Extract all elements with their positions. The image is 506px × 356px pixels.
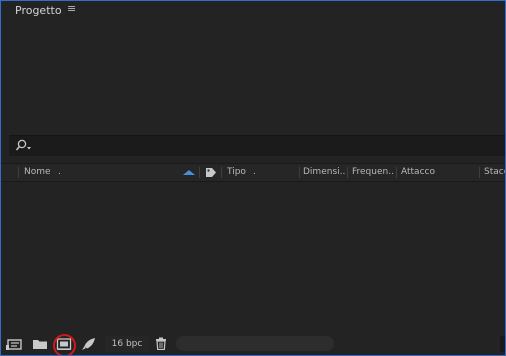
column-divider[interactable] xyxy=(347,167,348,178)
column-detach[interactable]: Stacco xyxy=(484,164,505,181)
tag-icon[interactable] xyxy=(205,167,217,178)
rocket-icon[interactable] xyxy=(81,337,97,351)
project-items-list[interactable] xyxy=(1,182,505,332)
column-divider[interactable] xyxy=(299,167,300,178)
column-divider[interactable] xyxy=(199,167,200,178)
search-input[interactable] xyxy=(39,138,503,156)
project-panel: Progetto ≡ Nome . Tipo . Dimensi... Freq… xyxy=(0,0,506,356)
bit-depth-button[interactable]: 16 bpc xyxy=(105,336,149,352)
column-header-row: Nome . Tipo . Dimensi... Frequen... Atta… xyxy=(1,163,505,182)
column-dimensions[interactable]: Dimensi... xyxy=(303,164,346,181)
column-attack[interactable]: Attacco xyxy=(401,164,435,181)
folder-icon[interactable] xyxy=(32,337,48,351)
column-divider[interactable] xyxy=(479,167,480,178)
highlight-ring xyxy=(53,334,76,355)
trash-icon[interactable] xyxy=(155,337,167,350)
column-frequency[interactable]: Frequen... xyxy=(352,164,394,181)
column-divider[interactable] xyxy=(221,167,222,178)
panel-header: Progetto ≡ xyxy=(1,1,505,23)
column-divider[interactable] xyxy=(396,167,397,178)
column-name-dot: . xyxy=(58,167,61,177)
search-icon[interactable] xyxy=(15,139,33,153)
interpret-footage-icon[interactable] xyxy=(6,337,22,351)
column-name[interactable]: Nome xyxy=(24,164,51,181)
hamburger-menu-icon[interactable]: ≡ xyxy=(67,3,77,14)
horizontal-scrollbar[interactable] xyxy=(176,336,334,351)
panel-footer: 16 bpc xyxy=(1,333,505,355)
scrollbar-end-cap xyxy=(500,336,505,352)
column-type-dot: . xyxy=(253,167,256,177)
thumbnail-preview-area xyxy=(9,23,505,131)
panel-title[interactable]: Progetto xyxy=(15,4,62,17)
column-divider[interactable] xyxy=(18,167,19,178)
sort-ascending-icon[interactable] xyxy=(183,170,195,175)
search-bar xyxy=(9,135,505,156)
column-type[interactable]: Tipo xyxy=(227,164,246,181)
